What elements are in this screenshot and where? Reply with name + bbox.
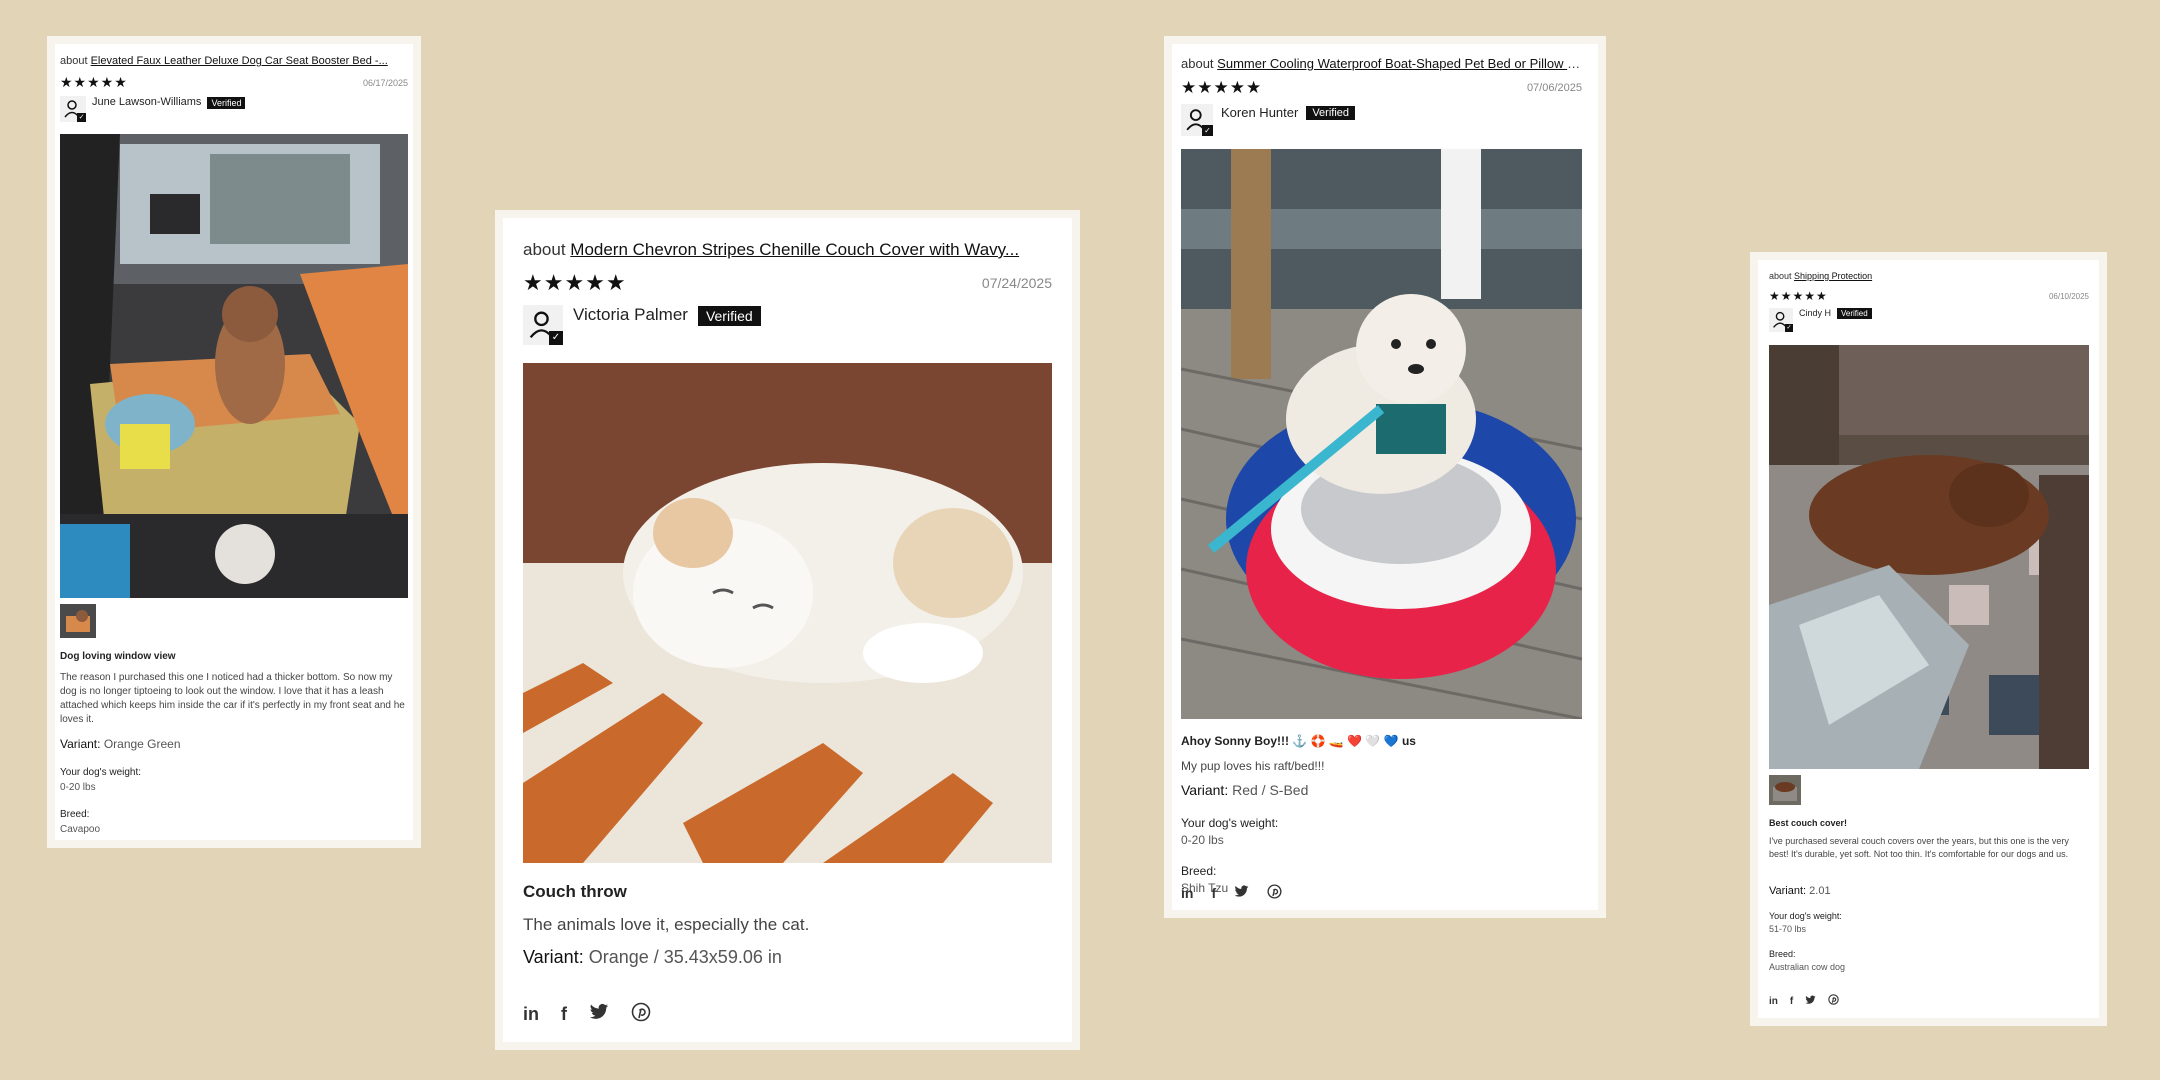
facebook-icon[interactable]: f — [561, 1004, 567, 1025]
photo-thumbnail[interactable] — [60, 604, 96, 638]
pinterest-icon[interactable] — [631, 1002, 651, 1027]
review-date: 06/10/2025 — [2048, 291, 2089, 301]
linkedin-icon[interactable]: in — [1181, 885, 1193, 901]
product-link[interactable]: Summer Cooling Waterproof Boat-Shaped Pe… — [1217, 56, 1581, 71]
review-card: about Modern Chevron Stripes Chenille Co… — [495, 210, 1080, 1050]
breed-label: Breed: — [1181, 864, 1217, 878]
review-card: about Summer Cooling Waterproof Boat-Sha… — [1164, 36, 1606, 918]
verified-badge: Verified — [1837, 308, 1872, 319]
review-date: 06/17/2025 — [362, 77, 408, 88]
about-prefix: about — [523, 240, 566, 259]
avatar: ✓ — [60, 96, 86, 122]
star-rating: ★★★★★ — [60, 74, 128, 90]
avatar: ✓ — [1181, 104, 1213, 136]
review-about: about Modern Chevron Stripes Chenille Co… — [523, 240, 1043, 260]
variant-value: Orange / 35.43x59.06 in — [588, 947, 782, 967]
variant-label: Variant: — [60, 737, 101, 751]
review-variant: Variant: Orange Green — [60, 737, 181, 751]
facebook-icon[interactable]: f — [1790, 996, 1793, 1007]
variant-value: 2.01 — [1809, 885, 1831, 897]
star-rating: ★★★★★ — [523, 270, 627, 295]
review-about: about Elevated Faux Leather Deluxe Dog C… — [60, 55, 390, 67]
author-name: Victoria Palmer — [573, 305, 688, 324]
weight-value: 0-20 lbs — [1181, 833, 1224, 847]
review-title: Best couch cover! — [1769, 818, 1848, 828]
author-name: Cindy H — [1799, 308, 1832, 318]
product-link[interactable]: Shipping Protection — [1794, 271, 1872, 281]
linkedin-icon[interactable]: in — [523, 1004, 539, 1025]
review-body: The animals love it, especially the cat. — [523, 915, 810, 934]
review-photo[interactable] — [60, 134, 408, 598]
photo-thumbnail[interactable] — [1769, 775, 1801, 805]
variant-label: Variant: — [523, 947, 584, 967]
review-photo[interactable] — [523, 363, 1052, 863]
author-name: June Lawson-Williams — [92, 96, 202, 108]
about-prefix: about — [1181, 56, 1214, 71]
twitter-icon[interactable] — [589, 1003, 609, 1026]
verified-badge: Verified — [697, 306, 761, 326]
review-card: about Elevated Faux Leather Deluxe Dog C… — [47, 36, 421, 848]
variant-label: Variant: — [1181, 782, 1229, 798]
facebook-icon[interactable]: f — [1211, 885, 1216, 901]
review-title: Dog loving window view — [60, 651, 176, 662]
review-body: I've purchased several couch covers over… — [1769, 836, 2069, 859]
weight-label: Your dog's weight: — [1181, 816, 1279, 830]
star-rating: ★★★★★ — [1769, 289, 1828, 303]
review-variant: Variant: 2.01 — [1769, 885, 1831, 897]
review-variant: Variant: Orange / 35.43x59.06 in — [523, 947, 782, 968]
twitter-icon[interactable] — [1805, 995, 1816, 1008]
review-photo[interactable] — [1769, 345, 2089, 769]
review-variant: Variant: Red / S-Bed — [1181, 782, 1308, 798]
breed-label: Breed: — [60, 809, 90, 820]
verified-badge: Verified — [207, 97, 246, 109]
weight-value: 0-20 lbs — [60, 782, 96, 793]
review-card: about Shipping Protection ★★★★★ 06/10/20… — [1750, 252, 2107, 1026]
author-name: Koren Hunter — [1221, 105, 1299, 120]
about-prefix: about — [60, 55, 88, 67]
avatar: ✓ — [1769, 308, 1793, 332]
variant-label: Variant: — [1769, 885, 1807, 897]
product-link[interactable]: Modern Chevron Stripes Chenille Couch Co… — [570, 240, 1019, 259]
about-prefix: about — [1769, 271, 1792, 281]
verified-check-icon: ✓ — [77, 113, 86, 122]
variant-value: Orange Green — [103, 737, 181, 751]
review-about: about Summer Cooling Waterproof Boat-Sha… — [1181, 56, 1581, 71]
product-link[interactable]: Elevated Faux Leather Deluxe Dog Car Sea… — [91, 55, 388, 67]
weight-label: Your dog's weight: — [1769, 911, 1842, 921]
pinterest-icon[interactable] — [1828, 994, 1839, 1008]
review-about: about Shipping Protection — [1769, 271, 2089, 281]
verified-check-icon: ✓ — [549, 331, 563, 345]
avatar: ✓ — [523, 305, 563, 345]
breed-value: Cavapoo — [60, 824, 101, 835]
verified-check-icon: ✓ — [1785, 324, 1793, 332]
review-photo[interactable] — [1181, 149, 1582, 719]
linkedin-icon[interactable]: in — [1769, 996, 1778, 1007]
breed-value: Australian cow dog — [1769, 962, 1846, 972]
review-title: Couch throw — [523, 882, 627, 901]
review-date: 07/24/2025 — [981, 275, 1052, 291]
review-body: The reason I purchased this one I notice… — [60, 672, 405, 725]
variant-value: Red / S-Bed — [1232, 782, 1309, 798]
verified-check-icon: ✓ — [1202, 125, 1213, 136]
weight-label: Your dog's weight: — [60, 767, 142, 778]
twitter-icon[interactable] — [1234, 885, 1249, 901]
pinterest-icon[interactable] — [1267, 884, 1282, 902]
breed-label: Breed: — [1769, 949, 1796, 959]
star-rating: ★★★★★ — [1181, 78, 1263, 97]
verified-badge: Verified — [1306, 106, 1356, 120]
weight-value: 51-70 lbs — [1769, 924, 1807, 934]
review-date: 07/06/2025 — [1526, 82, 1582, 94]
review-title: Ahoy Sonny Boy!!! ⚓ 🛟 🚤 ❤️ 🤍 💙 us — [1181, 734, 1416, 748]
review-body: My pup loves his raft/bed!!! — [1181, 759, 1325, 773]
